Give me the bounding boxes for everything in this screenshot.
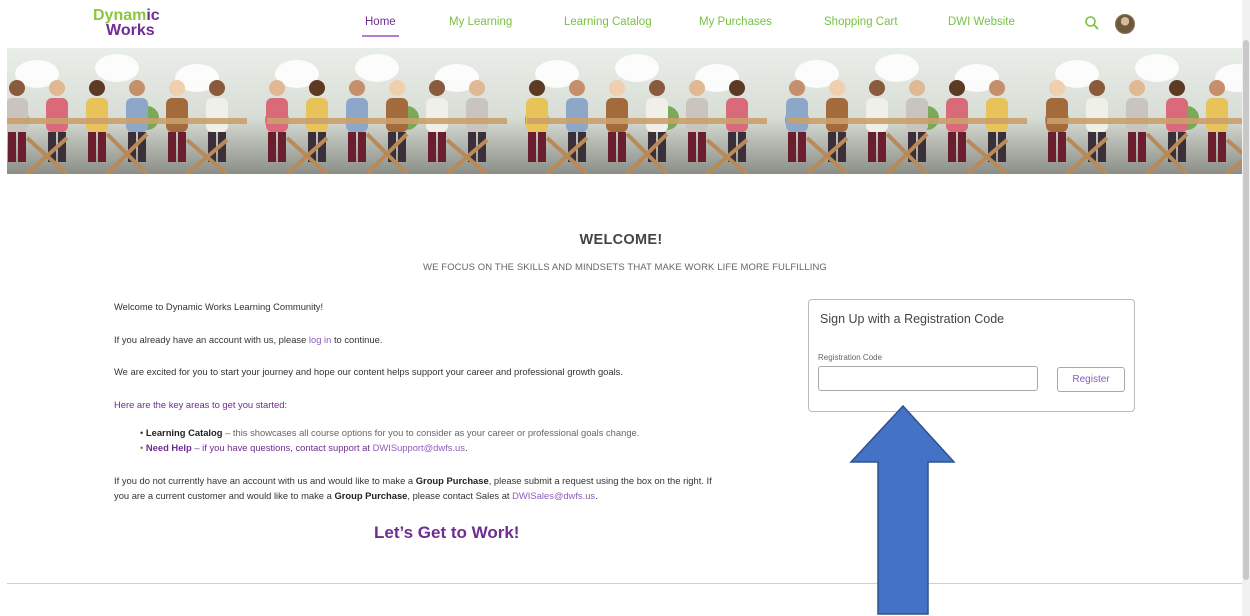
login-line: If you already have an account with us, … <box>114 334 383 345</box>
panel-title: Sign Up with a Registration Code <box>820 312 1005 326</box>
group-purchase-line-2: you are a current customer and would lik… <box>114 490 598 501</box>
cta-heading: Let’s Get to Work! <box>374 523 520 542</box>
footer-divider <box>7 583 1242 584</box>
bullet-learning-catalog: • Learning Catalog – this showcases all … <box>140 427 640 438</box>
nav-shopping-cart[interactable]: Shopping Cart <box>824 16 898 28</box>
intro-heading: Welcome to Dynamic Works Learning Commun… <box>114 301 324 312</box>
log-in-link[interactable]: log in <box>309 334 331 345</box>
register-button[interactable]: Register <box>1057 367 1125 392</box>
registration-code-label: Registration Code <box>818 353 883 362</box>
registration-code-input[interactable] <box>818 366 1038 391</box>
registration-code-panel: Sign Up with a Registration Code Registr… <box>808 299 1135 412</box>
nav-learning-catalog[interactable]: Learning Catalog <box>564 16 652 28</box>
up-arrow-annotation-icon <box>849 404 956 615</box>
sales-email-link[interactable]: DWISales@dwfs.us <box>512 490 595 501</box>
nav-my-learning[interactable]: My Learning <box>449 16 512 28</box>
welcome-subtitle: WE FOCUS ON THE SKILLS AND MINDSETS THAT… <box>423 262 827 273</box>
search-icon[interactable] <box>1083 14 1101 32</box>
key-areas-text: Here are the key areas to get you starte… <box>114 399 288 410</box>
nav-home[interactable]: Home <box>362 16 399 37</box>
group-purchase-line-1: If you do not currently have an account … <box>114 475 712 486</box>
welcome-title: WELCOME! <box>579 232 663 248</box>
main-nav: Home My Learning Learning Catalog My Pur… <box>0 16 1242 37</box>
user-avatar[interactable] <box>1115 14 1135 34</box>
support-email-link[interactable]: DWISupport@dwfs.us <box>373 442 465 453</box>
excited-text: We are excited for you to start your jou… <box>114 366 623 377</box>
hero-banner-image <box>7 48 1242 174</box>
top-header: Dynamic Works Home My Learning Learning … <box>0 0 1242 48</box>
vertical-scrollbar[interactable] <box>1242 0 1250 616</box>
nav-dwi-website[interactable]: DWI Website <box>948 16 1015 28</box>
bullet-need-help: • Need Help – if you have questions, con… <box>140 442 468 453</box>
nav-my-purchases[interactable]: My Purchases <box>699 16 772 28</box>
